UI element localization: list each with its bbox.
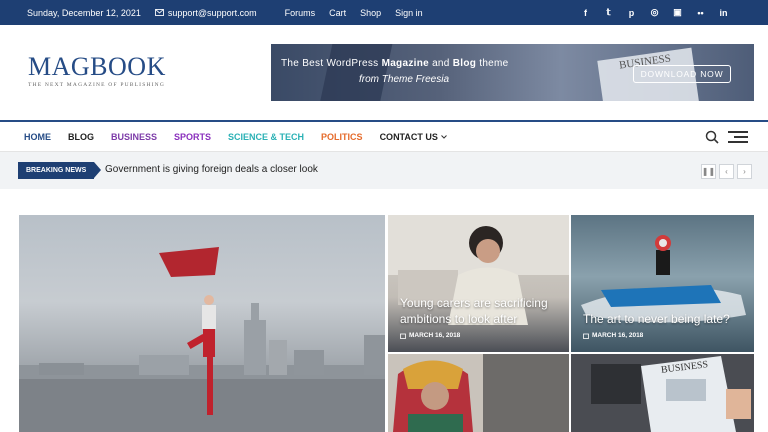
site-logo[interactable]: MAGBOOK THE NEXT MAGAZINE OF PUBLISHING (28, 52, 166, 89)
nav-item-business[interactable]: BUSINESS (111, 132, 157, 142)
envelope-icon (155, 9, 164, 16)
post-title[interactable]: Young carers are sacrificing ambitions to… (400, 295, 548, 327)
topbar-link-signin[interactable]: Sign in (395, 8, 423, 18)
nav-item-contact-label: CONTACT US (379, 132, 438, 142)
dribbble-icon[interactable]: ◎ (650, 7, 659, 17)
instagram-icon[interactable]: ▣ (673, 7, 682, 17)
calendar-icon (400, 333, 406, 339)
post-date: MARCH 16, 2018 (583, 332, 643, 339)
post-date: MARCH 16, 2018 (400, 332, 460, 339)
city-dancer-image (19, 247, 385, 432)
social-links: f 𝕥 p ◎ ▣ •• in (581, 0, 728, 25)
featured-post-art-never-late[interactable]: The art to never being late? MARCH 16, 2… (571, 215, 754, 352)
twitter-icon[interactable]: 𝕥 (604, 7, 613, 17)
main-navigation: HOME BLOG BUSINESS SPORTS SCIENCE & TECH… (0, 120, 768, 152)
top-bar: Sunday, December 12, 2021 support@suppor… (0, 0, 768, 25)
woman-headscarf-image (388, 354, 569, 432)
facebook-icon[interactable]: f (581, 8, 590, 18)
post-title[interactable]: The art to never being late? (583, 311, 730, 327)
pause-icon[interactable]: ❚❚ (701, 164, 716, 179)
featured-posts-grid: Young carers are sacrificing ambitions to… (0, 189, 768, 432)
nav-item-science-tech[interactable]: SCIENCE & TECH (228, 132, 304, 142)
featured-post-newspaper[interactable]: BUSINESS (571, 354, 754, 432)
nav-item-contact-us[interactable]: CONTACT US (380, 132, 447, 142)
chevron-left-icon[interactable]: ‹ (719, 164, 734, 179)
nav-items: HOME BLOG BUSINESS SPORTS SCIENCE & TECH… (24, 122, 464, 152)
support-email: support@support.com (167, 7, 257, 18)
topbar-link-forums[interactable]: Forums (285, 8, 316, 18)
linkedin-icon[interactable]: in (719, 8, 728, 18)
hamburger-menu-icon[interactable] (728, 131, 748, 143)
download-now-button[interactable]: DOWNLOAD NOW (633, 65, 731, 83)
site-header: MAGBOOK THE NEXT MAGAZINE OF PUBLISHING … (0, 25, 768, 121)
top-bar-left: Sunday, December 12, 2021 support@suppor… (27, 0, 437, 25)
calendar-icon (583, 333, 589, 339)
banner-subline: from Theme Freesia (359, 74, 450, 85)
featured-post-young-carers[interactable]: Young carers are sacrificing ambitions to… (388, 215, 569, 352)
search-icon[interactable] (705, 130, 719, 144)
pinterest-icon[interactable]: p (627, 8, 636, 18)
banner-headline: The Best WordPress Magazine and Blog the… (281, 58, 509, 69)
featured-post-woman-headscarf[interactable] (388, 354, 569, 432)
breaking-news-headline[interactable]: Government is giving foreign deals a clo… (105, 164, 318, 175)
featured-post-large[interactable] (19, 215, 385, 432)
logo-name: MAGBOOK (28, 52, 166, 81)
nav-item-blog[interactable]: BLOG (68, 132, 94, 142)
topbar-link-shop[interactable]: Shop (360, 8, 381, 18)
nav-item-politics[interactable]: POLITICS (321, 132, 363, 142)
current-date: Sunday, December 12, 2021 (27, 7, 141, 18)
chevron-down-icon (441, 135, 447, 139)
header-ad-banner[interactable]: BUSINESS The Best WordPress Magazine and… (271, 44, 754, 101)
nav-item-sports[interactable]: SPORTS (174, 132, 211, 142)
support-email-link[interactable]: support@support.com (155, 8, 271, 18)
breaking-news-label: BREAKING NEWS (18, 162, 102, 179)
topbar-link-cart[interactable]: Cart (329, 8, 346, 18)
chevron-right-icon[interactable]: › (737, 164, 752, 179)
logo-tagline: THE NEXT MAGAZINE OF PUBLISHING (28, 82, 166, 88)
nav-item-home[interactable]: HOME (24, 132, 51, 142)
banner-decoration (317, 44, 395, 101)
breaking-news-bar: BREAKING NEWS Government is giving forei… (0, 152, 768, 189)
flickr-icon[interactable]: •• (696, 8, 705, 18)
